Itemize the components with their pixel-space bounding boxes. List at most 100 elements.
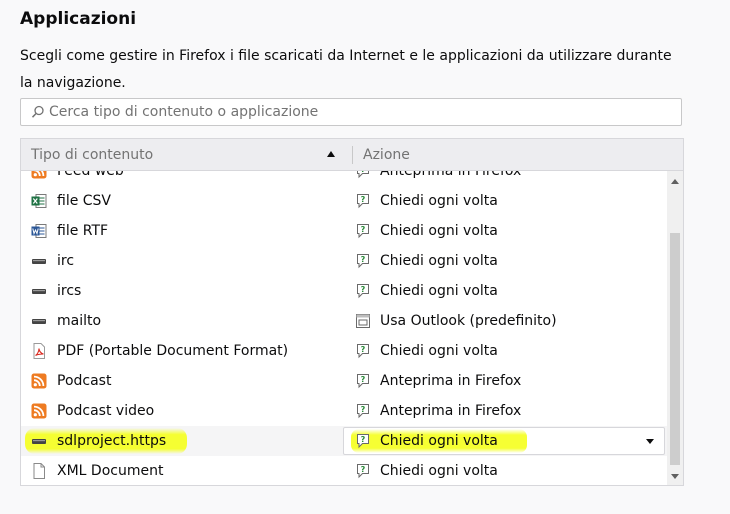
content-type-cell: file CSV bbox=[31, 186, 111, 216]
content-type-label: sdlproject.https bbox=[57, 433, 167, 449]
ask-icon: ? bbox=[355, 223, 371, 239]
action-cell: ? Chiedi ogni volta bbox=[355, 456, 498, 485]
content-type-label: Podcast bbox=[57, 373, 112, 389]
content-type-label: file CSV bbox=[57, 193, 112, 209]
word-icon bbox=[31, 223, 47, 239]
content-type-cell: Podcast bbox=[31, 366, 111, 396]
action-cell: ? Chiedi ogni volta bbox=[355, 186, 498, 216]
action-cell: ? Anteprima in Firefox bbox=[355, 366, 521, 396]
protocol-icon bbox=[31, 283, 47, 299]
action-label: Anteprima in Firefox bbox=[380, 171, 522, 179]
action-label: Chiedi ogni volta bbox=[380, 193, 498, 209]
section-description: Scegli come gestire in Firefox i file sc… bbox=[20, 48, 672, 91]
svg-text:?: ? bbox=[361, 225, 366, 234]
search-box[interactable] bbox=[20, 98, 682, 126]
rss-icon bbox=[31, 373, 47, 389]
scrollbar-thumb[interactable] bbox=[670, 233, 680, 465]
table-row[interactable]: PDF (Portable Document Format)? Chiedi og… bbox=[21, 336, 667, 366]
scroll-up-icon[interactable] bbox=[671, 179, 679, 184]
action-cell: ? Chiedi ogni volta bbox=[355, 246, 498, 276]
content-type-cell: sdlproject.https bbox=[31, 426, 166, 456]
content-type-cell: ircs bbox=[31, 276, 81, 306]
action-cell[interactable]: ? Chiedi ogni volta bbox=[351, 426, 527, 456]
table-row[interactable]: Podcast video? Anteprima in Firefox bbox=[21, 396, 667, 426]
table-row[interactable]: ircs? Chiedi ogni volta bbox=[21, 276, 667, 306]
ask-icon: ? bbox=[355, 193, 371, 209]
content-type-label: file RTF bbox=[57, 223, 109, 239]
action-label: Chiedi ogni volta bbox=[380, 463, 498, 479]
table-row[interactable]: file CSV? Chiedi ogni volta bbox=[21, 186, 667, 216]
sort-ascending-icon bbox=[327, 151, 335, 157]
column-divider[interactable] bbox=[352, 146, 353, 164]
action-label: Anteprima in Firefox bbox=[380, 403, 522, 419]
action-label: Chiedi ogni volta bbox=[380, 223, 498, 239]
ask-icon: ? bbox=[355, 343, 371, 359]
ask-icon: ? bbox=[355, 171, 371, 179]
table-row[interactable]: Podcast? Anteprima in Firefox bbox=[21, 366, 667, 396]
action-label: Usa Outlook (predefinito) bbox=[380, 313, 557, 329]
svg-text:?: ? bbox=[361, 195, 366, 204]
svg-text:?: ? bbox=[361, 405, 366, 414]
app-icon bbox=[355, 313, 371, 329]
protocol-icon bbox=[31, 253, 47, 269]
action-label: Chiedi ogni volta bbox=[380, 253, 498, 269]
rss-icon bbox=[31, 403, 47, 419]
ask-icon: ? bbox=[355, 373, 371, 389]
content-type-cell: PDF (Portable Document Format) bbox=[31, 336, 288, 366]
file-icon bbox=[31, 463, 47, 479]
action-label: Chiedi ogni volta bbox=[380, 343, 498, 359]
svg-text:?: ? bbox=[361, 435, 366, 444]
table-row[interactable]: sdlproject.https? Chiedi ogni volta bbox=[21, 426, 667, 456]
ask-icon: ? bbox=[355, 283, 371, 299]
pdf-icon bbox=[31, 343, 47, 359]
table-row[interactable]: mailto Usa Outlook (predefinito) bbox=[21, 306, 667, 336]
rss-icon bbox=[31, 171, 47, 179]
action-cell: ? Chiedi ogni volta bbox=[355, 216, 498, 246]
content-type-cell: file RTF bbox=[31, 216, 108, 246]
action-cell: ? Chiedi ogni volta bbox=[355, 276, 498, 306]
content-type-cell: Podcast video bbox=[31, 396, 154, 426]
table-body: Feed web? Anteprima in Firefox file CSV? Ch… bbox=[21, 171, 667, 485]
content-type-cell: irc bbox=[31, 246, 74, 276]
vertical-scrollbar[interactable] bbox=[667, 171, 683, 485]
section-title: Applicazioni bbox=[20, 9, 137, 29]
applications-table: Tipo di contenuto Azione Feed web? Antepr… bbox=[20, 138, 684, 486]
column-header-action[interactable]: Azione bbox=[363, 147, 410, 163]
content-type-cell: mailto bbox=[31, 306, 101, 336]
ask-icon: ? bbox=[355, 403, 371, 419]
ask-icon: ? bbox=[355, 463, 371, 479]
table-header: Tipo di contenuto Azione bbox=[21, 139, 683, 171]
chevron-down-icon[interactable] bbox=[646, 439, 654, 444]
protocol-icon bbox=[31, 313, 47, 329]
svg-text:?: ? bbox=[361, 255, 366, 264]
search-icon bbox=[31, 105, 44, 118]
svg-text:?: ? bbox=[361, 285, 366, 294]
content-type-cell: XML Document bbox=[31, 456, 163, 485]
protocol-icon bbox=[31, 433, 47, 449]
content-type-label: mailto bbox=[57, 313, 102, 329]
excel-icon bbox=[31, 193, 47, 209]
scroll-down-icon[interactable] bbox=[671, 474, 679, 479]
ask-icon: ? bbox=[355, 253, 371, 269]
action-label: Chiedi ogni volta bbox=[380, 433, 498, 449]
action-label: Chiedi ogni volta bbox=[380, 283, 498, 299]
table-row[interactable]: Feed web? Anteprima in Firefox bbox=[21, 171, 667, 186]
column-header-content-type[interactable]: Tipo di contenuto bbox=[31, 147, 153, 163]
ask-icon: ? bbox=[355, 433, 371, 449]
content-type-label: Feed web bbox=[57, 171, 124, 179]
content-type-label: Podcast video bbox=[57, 403, 155, 419]
svg-text:?: ? bbox=[361, 465, 366, 474]
content-type-label: irc bbox=[57, 253, 75, 269]
action-cell: Usa Outlook (predefinito) bbox=[355, 306, 557, 336]
action-label: Anteprima in Firefox bbox=[380, 373, 522, 389]
action-cell: ? Chiedi ogni volta bbox=[355, 336, 498, 366]
action-cell: ? Anteprima in Firefox bbox=[355, 171, 521, 186]
table-row[interactable]: irc? Chiedi ogni volta bbox=[21, 246, 667, 276]
svg-text:?: ? bbox=[361, 171, 366, 174]
content-type-label: PDF (Portable Document Format) bbox=[57, 343, 289, 359]
action-cell: ? Anteprima in Firefox bbox=[355, 396, 521, 426]
table-row[interactable]: XML Document? Chiedi ogni volta bbox=[21, 456, 667, 485]
table-row[interactable]: file RTF? Chiedi ogni volta bbox=[21, 216, 667, 246]
search-input[interactable] bbox=[49, 104, 649, 120]
svg-text:?: ? bbox=[361, 375, 366, 384]
